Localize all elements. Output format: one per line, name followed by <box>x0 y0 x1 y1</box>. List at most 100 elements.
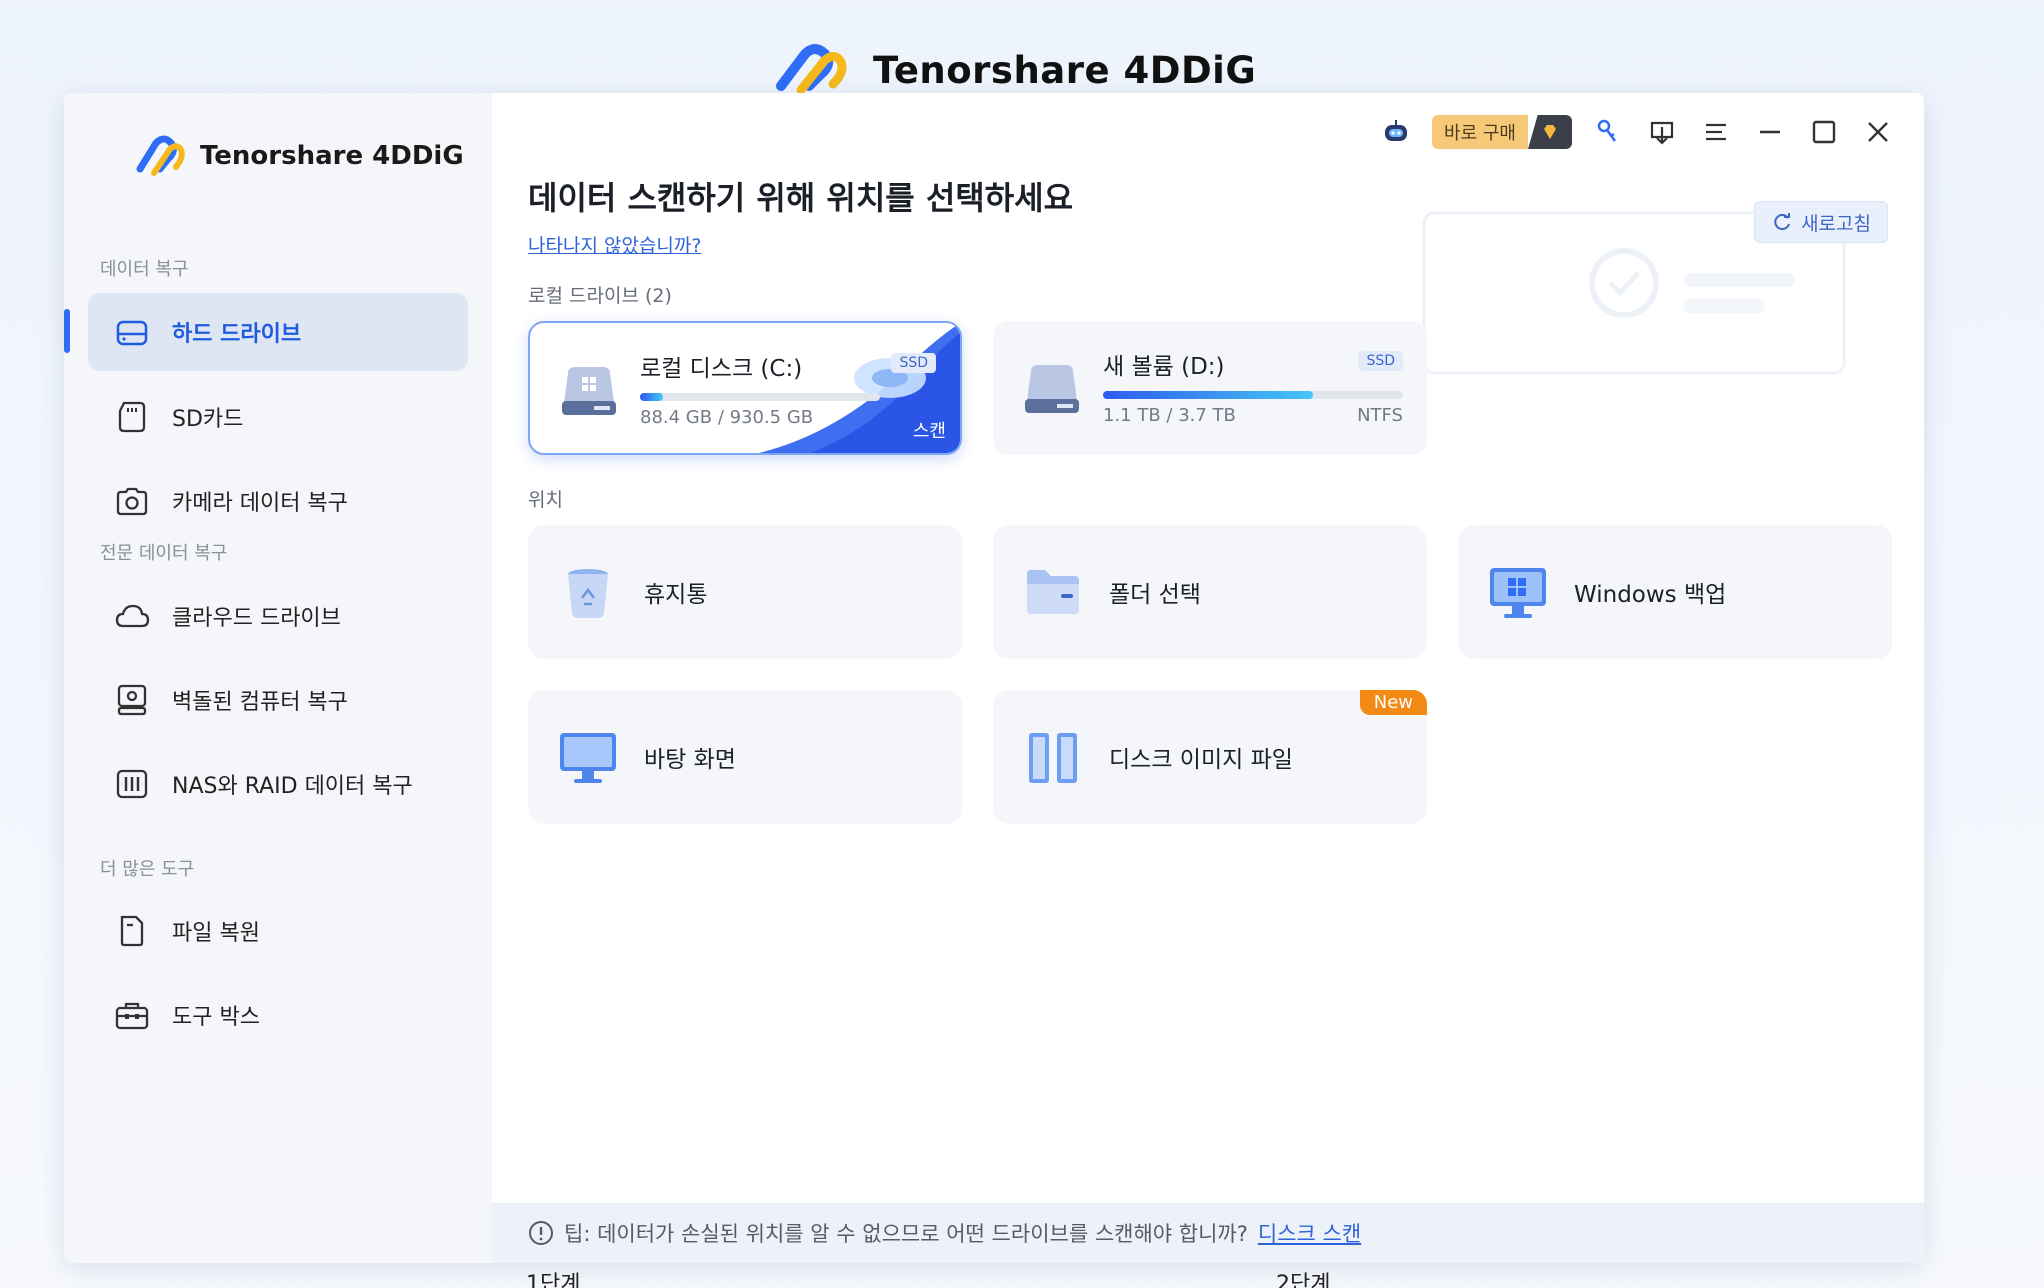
sidebar-item-label: 카메라 데이터 복구 <box>172 491 348 516</box>
windows-backup-icon <box>1490 568 1546 618</box>
refresh-button[interactable]: 새로고침 <box>1754 201 1888 243</box>
cloud-icon <box>115 604 150 628</box>
step-label-2: 2단계 <box>1276 1272 1331 1288</box>
page-title: 데이터 스캔하기 위해 위치를 선택하세요 <box>528 179 1074 217</box>
location-folder[interactable]: 폴더 선택 <box>993 525 1427 659</box>
location-name: 휴지통 <box>644 582 708 608</box>
sidebar-item-nas-raid[interactable]: NAS와 RAID 데이터 복구 <box>88 745 468 823</box>
hard-drive-icon <box>116 320 148 346</box>
disk-scan-link[interactable]: 디스크 스캔 <box>1258 1218 1361 1248</box>
new-badge: New <box>1359 690 1427 715</box>
sidebar-item-label: 하드 드라이브 <box>172 322 302 347</box>
sidebar-item-label: SD카드 <box>172 407 244 432</box>
minimize-icon <box>1760 130 1780 134</box>
local-drives-label: 로컬 드라이브 (2) <box>528 285 672 307</box>
minimize-button[interactable] <box>1752 114 1788 150</box>
location-windows-backup[interactable]: Windows 백업 <box>1458 525 1892 659</box>
desktop-icon <box>560 733 616 783</box>
folder-icon <box>1027 570 1079 614</box>
step-label-1: 1단계 <box>526 1272 581 1288</box>
info-icon <box>529 1221 553 1245</box>
not-shown-link[interactable]: 나타나지 않았습니까? <box>528 231 701 258</box>
recycle-bin-icon <box>568 569 608 618</box>
nas-raid-icon <box>116 769 148 799</box>
maximize-icon <box>1812 120 1836 144</box>
sidebar-item-file-repair[interactable]: 파일 복원 <box>88 892 468 970</box>
title-bar-controls: 바로 구매 <box>1378 107 1896 157</box>
sidebar-item-label: 벽돌된 컴퓨터 복구 <box>172 690 348 715</box>
sidebar-item-label: 도구 박스 <box>172 1005 260 1030</box>
refresh-label: 새로고침 <box>1801 212 1871 235</box>
sidebar-item-hard-drive[interactable]: 하드 드라이브 <box>88 293 468 371</box>
drive-usage-bar <box>1103 391 1403 399</box>
hard-drive-icon <box>562 367 616 415</box>
location-disk-image[interactable]: 디스크 이미지 파일 New <box>993 690 1427 824</box>
decorative-background-graphic <box>1422 211 1846 375</box>
sd-card-icon <box>118 401 146 433</box>
main-panel: 바로 구매 데이터 스캔하기 위해 위치를 선택하세요 나타나지 않았습니까? … <box>492 93 1924 1263</box>
outer-brand-name: Tenorshare 4DDiG <box>873 48 1257 92</box>
hard-drive-icon <box>1025 365 1079 413</box>
locations-label: 위치 <box>528 489 563 511</box>
license-key-button[interactable] <box>1590 114 1626 150</box>
assistant-button[interactable] <box>1378 114 1414 150</box>
location-name: Windows 백업 <box>1574 582 1727 608</box>
close-icon <box>1868 122 1888 142</box>
location-name: 바탕 화면 <box>644 747 736 773</box>
sidebar: Tenorshare 4DDiG 데이터 복구 하드 드라이브 SD카드 카메라… <box>64 93 492 1263</box>
drive-name: 새 볼륨 (D:) <box>1103 354 1225 380</box>
key-icon <box>1597 119 1617 142</box>
menu-icon <box>1706 123 1726 141</box>
close-button[interactable] <box>1860 114 1896 150</box>
drive-name: 로컬 디스크 (C:) <box>640 356 803 382</box>
sidebar-item-bricked-computer[interactable]: 벽돌된 컴퓨터 복구 <box>88 661 468 739</box>
tip-text: 팁: 데이터가 손실된 위치를 알 수 없으므로 어떤 드라이브를 스캔해야 합… <box>564 1222 1248 1246</box>
menu-button[interactable] <box>1698 114 1734 150</box>
drive-type-badge: SSD <box>1358 351 1403 371</box>
4ddig-logo-icon <box>776 44 847 95</box>
sidebar-item-label: 파일 복원 <box>172 921 260 946</box>
disk-image-icon <box>1029 733 1077 783</box>
location-desktop[interactable]: 바탕 화면 <box>528 690 962 824</box>
location-recycle-bin[interactable]: 휴지통 <box>528 525 962 659</box>
drive-size: 1.1 TB / 3.7 TB <box>1103 405 1236 426</box>
drive-type-badge: SSD <box>891 353 936 373</box>
diamond-icon <box>1528 115 1572 149</box>
section-label-more-tools: 더 많은 도구 <box>100 859 195 880</box>
download-button[interactable] <box>1644 114 1680 150</box>
4ddig-logo-icon <box>136 135 185 176</box>
drive-card-c[interactable]: 로컬 디스크 (C:) SSD 88.4 GB / 930.5 GB 스캔 <box>528 321 962 455</box>
drive-card-d[interactable]: 새 볼륨 (D:) SSD 1.1 TB / 3.7 TB NTFS <box>993 321 1427 455</box>
section-label-pro-recovery: 전문 데이터 복구 <box>100 543 228 564</box>
bricked-computer-icon <box>117 684 147 716</box>
robot-icon <box>1385 120 1408 141</box>
file-icon <box>120 915 144 947</box>
buy-now-label: 바로 구매 <box>1432 115 1528 149</box>
active-indicator <box>64 309 70 353</box>
download-icon <box>1650 121 1674 145</box>
sidebar-item-cloud-drive[interactable]: 클라우드 드라이브 <box>88 577 468 655</box>
toolbox-icon <box>115 1002 149 1030</box>
drive-usage-bar <box>640 393 880 401</box>
outer-brand: Tenorshare 4DDiG <box>775 44 1256 96</box>
scan-label: 스캔 <box>912 421 946 442</box>
drive-usage-fill <box>640 393 663 401</box>
section-label-data-recovery: 데이터 복구 <box>100 259 189 280</box>
location-name: 폴더 선택 <box>1109 582 1201 608</box>
app-window: Tenorshare 4DDiG 데이터 복구 하드 드라이브 SD카드 카메라… <box>64 93 1924 1263</box>
sidebar-item-toolbox[interactable]: 도구 박스 <box>88 976 468 1054</box>
sidebar-item-label: 클라우드 드라이브 <box>172 606 341 631</box>
drive-filesystem: NTFS <box>1357 405 1403 426</box>
sidebar-brand: Tenorshare 4DDiG <box>136 135 464 177</box>
sidebar-item-camera[interactable]: 카메라 데이터 복구 <box>88 462 468 540</box>
sidebar-brand-name: Tenorshare 4DDiG <box>200 141 464 171</box>
camera-icon <box>116 487 148 516</box>
refresh-icon <box>1774 213 1791 231</box>
drive-usage-fill <box>1103 391 1313 399</box>
tip-bar: 팁: 데이터가 손실된 위치를 알 수 없으므로 어떤 드라이브를 스캔해야 합… <box>492 1203 1924 1263</box>
sidebar-item-sd-card[interactable]: SD카드 <box>88 378 468 456</box>
location-name: 디스크 이미지 파일 <box>1109 747 1293 773</box>
buy-now-button[interactable]: 바로 구매 <box>1432 115 1572 149</box>
maximize-button[interactable] <box>1806 114 1842 150</box>
drive-size: 88.4 GB / 930.5 GB <box>640 407 814 428</box>
